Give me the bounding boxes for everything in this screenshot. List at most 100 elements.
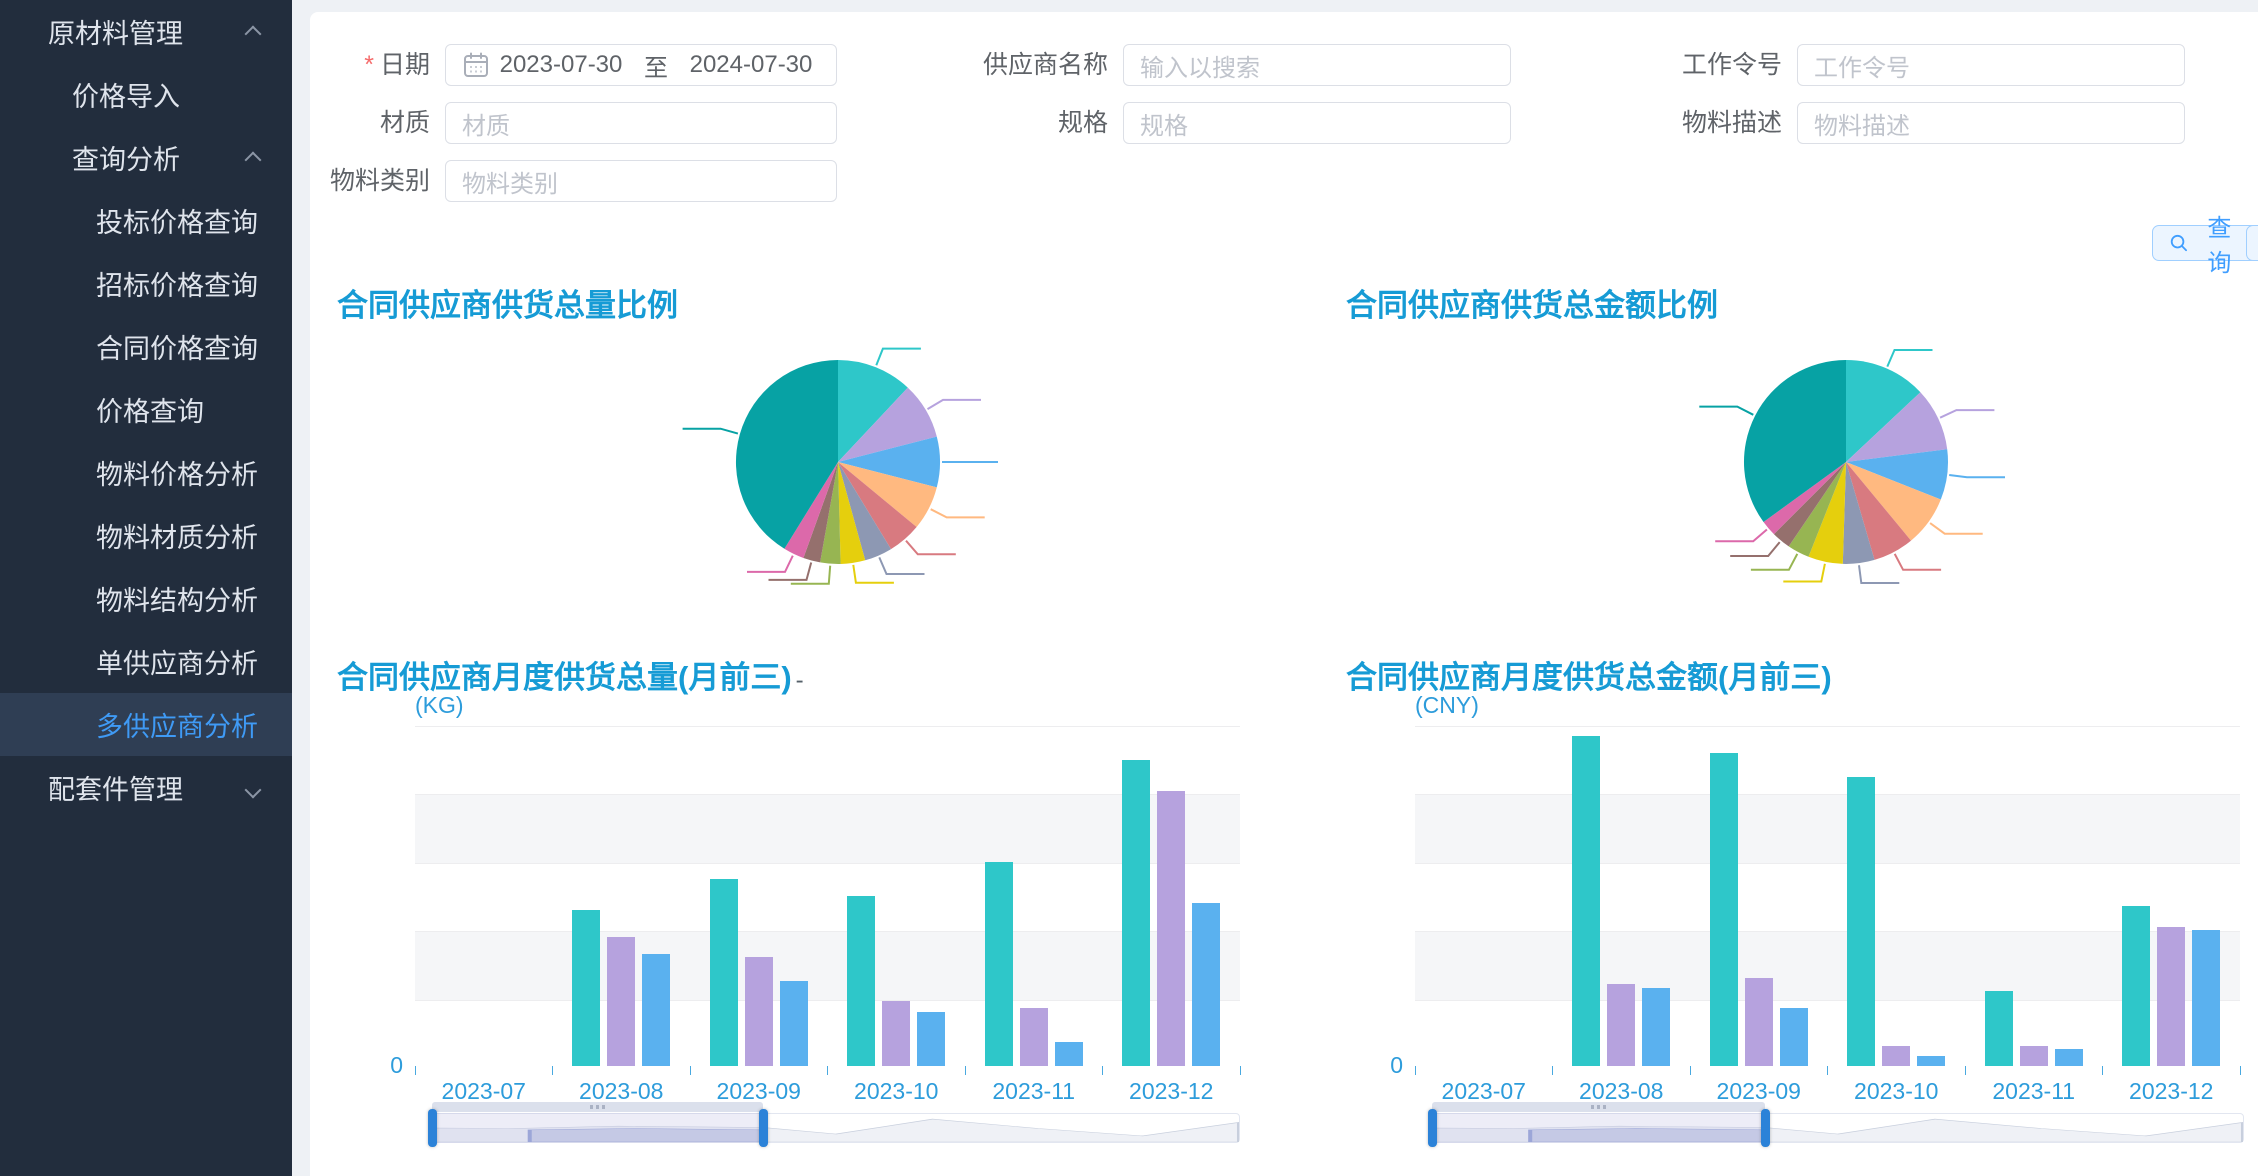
sidebar-item-material-price-analysis[interactable]: 物料价格分析	[0, 441, 292, 504]
bar-s2-2023-08[interactable]	[1642, 988, 1670, 1066]
x-axis-tick	[1965, 1066, 1966, 1075]
material-desc-input[interactable]: 物料描述	[1797, 102, 2185, 144]
bar-s0-2023-08[interactable]	[572, 910, 600, 1066]
bar-s2-2023-08[interactable]	[642, 954, 670, 1066]
material-category-input[interactable]: 物料类别	[445, 160, 837, 202]
monthly-supply-volume-datazoom-move-handle[interactable]	[432, 1102, 763, 1112]
x-axis-label: 2023-09	[690, 1078, 828, 1105]
bar-s2-2023-10[interactable]	[917, 1012, 945, 1066]
bar-s1-2023-09[interactable]	[1745, 978, 1773, 1066]
spec-input[interactable]: 规格	[1123, 102, 1511, 144]
bar-s2-2023-11[interactable]	[2055, 1049, 2083, 1066]
sidebar-item-label: 物料价格分析	[96, 453, 258, 492]
bar-s1-2023-10[interactable]	[1882, 1046, 1910, 1066]
bar-s1-2023-12[interactable]	[1157, 791, 1185, 1066]
clipped-button[interactable]	[2246, 225, 2258, 261]
bar-s2-2023-09[interactable]	[1780, 1008, 1808, 1066]
sidebar-item-multi-supplier-analysis[interactable]: 多供应商分析	[0, 693, 292, 756]
monthly-supply-amount-datazoom-track[interactable]	[1432, 1113, 2244, 1143]
bar-s1-2023-11[interactable]	[1020, 1008, 1048, 1066]
date-separator: 至	[626, 48, 686, 83]
bar-s2-2023-12[interactable]	[2192, 930, 2220, 1066]
supply-volume-ratio-pie-chart[interactable]	[558, 312, 1118, 612]
bar-s0-2023-09[interactable]	[710, 879, 738, 1066]
bar-s1-2023-10[interactable]	[882, 1001, 910, 1066]
bar-s0-2023-11[interactable]	[1985, 991, 2013, 1066]
monthly-supply-amount-plot[interactable]	[1415, 726, 2240, 1068]
bar-s1-2023-12[interactable]	[2157, 927, 2185, 1066]
material-desc-label: 物料描述	[1462, 102, 1782, 144]
x-axis-tick	[1415, 1066, 1416, 1075]
bar-s1-2023-08[interactable]	[1607, 984, 1635, 1066]
x-axis-label: 2023-10	[828, 1078, 966, 1105]
supplier-name-input[interactable]: 输入以搜索	[1123, 44, 1511, 86]
bar-group-2023-08	[1553, 726, 1691, 1066]
monthly-supply-amount-datazoom-handle-left[interactable]	[1428, 1109, 1437, 1147]
bar-s0-2023-11[interactable]	[985, 862, 1013, 1066]
bar-s0-2023-10[interactable]	[1847, 777, 1875, 1066]
sidebar-item-label: 物料材质分析	[96, 516, 258, 555]
monthly-supply-amount-y-origin: 0	[1365, 1052, 1403, 1079]
bar-s0-2023-10[interactable]	[847, 896, 875, 1066]
x-axis-label: 2023-07	[1415, 1078, 1553, 1105]
x-axis-label: 2023-12	[2103, 1078, 2241, 1105]
bar-s2-2023-12[interactable]	[1192, 903, 1220, 1066]
search-icon	[2169, 232, 2189, 254]
sidebar-item-label: 多供应商分析	[96, 705, 258, 744]
sidebar-item-price-query[interactable]: 价格查询	[0, 378, 292, 441]
x-axis-label: 2023-08	[553, 1078, 691, 1105]
sidebar-item-material-texture-analysis[interactable]: 物料材质分析	[0, 504, 292, 567]
bar-s1-2023-09[interactable]	[745, 957, 773, 1066]
bar-s2-2023-11[interactable]	[1055, 1042, 1083, 1066]
bar-s0-2023-12[interactable]	[1122, 760, 1150, 1066]
monthly-supply-volume-datazoom-selection[interactable]	[433, 1113, 763, 1143]
monthly-supply-amount-datazoom-move-handle[interactable]	[1432, 1102, 1765, 1112]
title-suffix-artifact: -	[796, 667, 804, 694]
x-axis-label: 2023-09	[1690, 1078, 1828, 1105]
monthly-supply-volume-datazoom-handle-left[interactable]	[428, 1109, 437, 1147]
sidebar-item-label: 合同价格查询	[96, 327, 258, 366]
sidebar-item-accessory-management[interactable]: 配套件管理	[0, 756, 292, 819]
spec-placeholder: 规格	[1140, 106, 1188, 141]
sidebar-item-tender-price-query[interactable]: 招标价格查询	[0, 252, 292, 315]
monthly-supply-amount-datazoom-handle-right[interactable]	[1761, 1109, 1770, 1147]
bar-s1-2023-11[interactable]	[2020, 1046, 2048, 1066]
x-axis-label: 2023-11	[965, 1078, 1103, 1105]
x-axis-tick	[827, 1066, 828, 1075]
material-texture-input[interactable]: 材质	[445, 102, 837, 144]
material-texture-label: 材质	[110, 102, 430, 144]
date-input[interactable]: 2023-07-30至2024-07-30	[445, 44, 837, 86]
bar-group-2023-07	[415, 726, 553, 1066]
x-axis-label: 2023-11	[1965, 1078, 2103, 1105]
date-label: *日期	[110, 44, 430, 86]
x-axis-tick	[965, 1066, 966, 1075]
query-button[interactable]: 查询	[2152, 225, 2258, 261]
x-axis-tick	[2102, 1066, 2103, 1075]
bar-s2-2023-10[interactable]	[1917, 1056, 1945, 1066]
monthly-supply-volume-datazoom-track[interactable]	[432, 1113, 1240, 1143]
bar-s2-2023-09[interactable]	[780, 981, 808, 1066]
sidebar-item-single-supplier-analysis[interactable]: 单供应商分析	[0, 630, 292, 693]
material-category-label: 物料类别	[110, 160, 430, 202]
sidebar-item-contract-price-query[interactable]: 合同价格查询	[0, 315, 292, 378]
app-root: 原材料管理价格导入查询分析投标价格查询招标价格查询合同价格查询价格查询物料价格分…	[0, 0, 2258, 1176]
supply-amount-ratio-pie-chart[interactable]	[1566, 312, 2126, 612]
pie-label-line-0	[1887, 350, 1932, 367]
sidebar-item-label: 配套件管理	[48, 768, 183, 807]
work-order-no-input[interactable]: 工作令号	[1797, 44, 2185, 86]
x-axis-tick	[1240, 1066, 1241, 1075]
sidebar-item-label: 投标价格查询	[96, 201, 258, 240]
date-start: 2023-07-30	[496, 51, 626, 79]
monthly-supply-amount-datazoom-selection[interactable]	[1433, 1113, 1765, 1143]
sidebar-item-material-structure-analysis[interactable]: 物料结构分析	[0, 567, 292, 630]
monthly-supply-volume-plot[interactable]	[415, 726, 1240, 1068]
monthly-supply-volume-datazoom-handle-right[interactable]	[759, 1109, 768, 1147]
monthly-supply-amount-title: 合同供应商月度供货总金额(月前三)	[1346, 652, 1832, 697]
sidebar-item-label: 物料结构分析	[96, 579, 258, 618]
chevron-down-icon	[246, 780, 262, 796]
pie-label-line-4	[1895, 554, 1941, 570]
bar-s1-2023-08[interactable]	[607, 937, 635, 1066]
bar-s0-2023-08[interactable]	[1572, 736, 1600, 1066]
bar-s0-2023-12[interactable]	[2122, 906, 2150, 1066]
bar-s0-2023-09[interactable]	[1710, 753, 1738, 1066]
